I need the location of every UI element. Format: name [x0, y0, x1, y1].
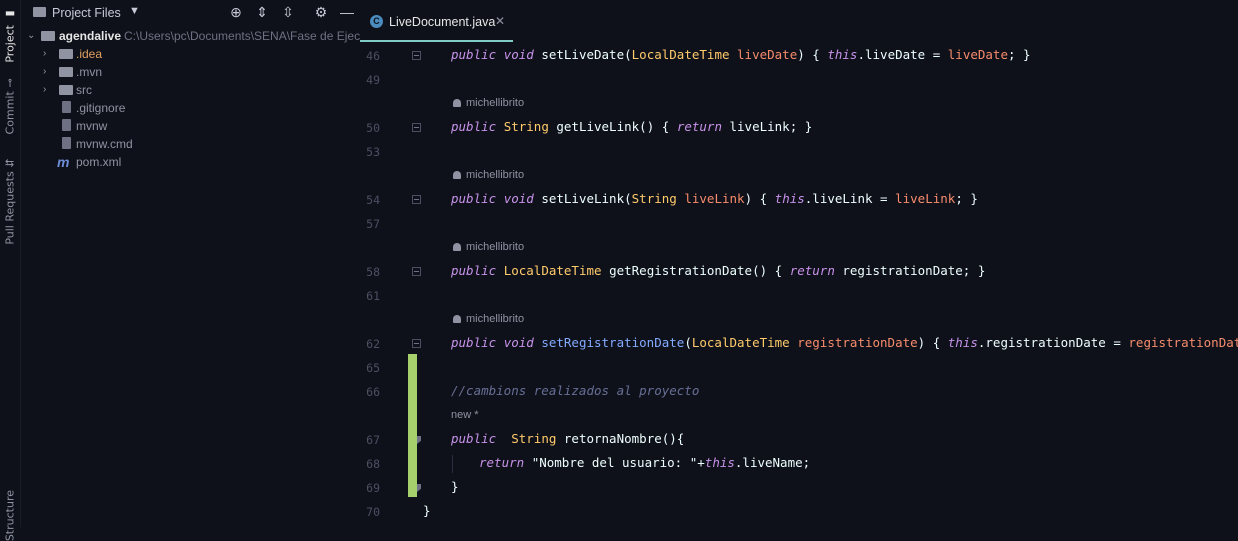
tab-livedocument-java[interactable]: C LiveDocument.java ✕ — [360, 8, 513, 42]
tree-item-label: mvnw — [76, 119, 108, 133]
tree-item-mvn[interactable]: › .mvn — [21, 63, 360, 81]
tree-item-label: src — [76, 83, 92, 97]
commit-tool-tab[interactable]: Commit ⊸ — [2, 78, 18, 134]
maven-icon: m — [57, 154, 70, 170]
new-code-hint[interactable]: new * — [451, 409, 479, 421]
pull-request-icon: ⇵ — [3, 158, 17, 168]
folder-icon — [33, 7, 46, 17]
file-icon — [62, 101, 71, 113]
close-icon[interactable]: ✕ — [495, 14, 505, 28]
java-class-icon: C — [370, 15, 383, 28]
tree-item-mvnw[interactable]: mvnw — [21, 117, 360, 135]
tree-item-label: .idea — [76, 47, 103, 61]
tree-item-label: .mvn — [76, 65, 103, 79]
author-hint[interactable]: michellibrito — [453, 169, 524, 181]
chevron-right-icon[interactable]: › — [43, 81, 46, 99]
user-icon — [453, 171, 461, 179]
project-panel: Project Files ▼ ⊕ ⇕ ⇳ ⚙ — ⌄ agendalive C… — [21, 0, 360, 527]
pull-requests-tool-tab[interactable]: Pull Requests ⇵ — [2, 158, 18, 245]
folder-icon — [59, 49, 73, 59]
line-number: 67 — [366, 433, 380, 447]
code-line-67: public String retornaNombre(){ — [451, 431, 685, 446]
code-line-68: return "Nombre del usuario: "+this.liveN… — [479, 455, 811, 470]
tab-label: LiveDocument.java — [389, 15, 496, 29]
tree-item-gitignore[interactable]: .gitignore — [21, 99, 360, 117]
chevron-right-icon[interactable]: › — [43, 45, 46, 63]
code-line-46: public void setLiveDate(LocalDateTime li… — [451, 47, 1031, 62]
fold-marker[interactable] — [412, 195, 421, 204]
user-icon — [453, 315, 461, 323]
chevron-right-icon[interactable]: › — [43, 63, 46, 81]
line-number: 53 — [366, 145, 380, 159]
structure-tab-label: Structure — [3, 490, 17, 541]
tree-item-label: .gitignore — [76, 101, 126, 115]
tree-item-idea[interactable]: › .idea — [21, 45, 360, 63]
user-icon — [453, 99, 461, 107]
project-tool-tab[interactable]: Project ▬ — [2, 8, 18, 63]
author-hint[interactable]: michellibrito — [453, 313, 524, 325]
line-number: 57 — [366, 217, 380, 231]
line-number: 50 — [366, 121, 380, 135]
root-name: agendalive — [59, 29, 122, 43]
folder-icon — [59, 67, 73, 77]
author-hint[interactable]: michellibrito — [453, 241, 524, 253]
user-icon — [453, 243, 461, 251]
expand-all-icon[interactable]: ⇕ — [253, 3, 271, 21]
fold-marker[interactable] — [412, 267, 421, 276]
line-number: 69 — [366, 481, 380, 495]
line-number: 68 — [366, 457, 380, 471]
line-number: 58 — [366, 265, 380, 279]
locate-icon[interactable]: ⊕ — [227, 3, 245, 21]
tree-item-label: pom.xml — [76, 155, 122, 169]
line-number: 70 — [366, 505, 380, 519]
root-path: C:\Users\pc\Documents\SENA\Fase de Ejecu… — [124, 29, 360, 43]
code-line-69: } — [451, 479, 459, 494]
file-icon — [62, 137, 71, 149]
author-hint[interactable]: michellibrito — [453, 97, 524, 109]
module-folder-icon — [41, 31, 55, 41]
line-number: 65 — [366, 361, 380, 375]
line-number: 46 — [366, 49, 380, 63]
editor-tab-bar: C LiveDocument.java ✕ — [360, 0, 1238, 42]
chevron-down-icon[interactable]: ▼ — [129, 5, 140, 17]
file-icon — [62, 119, 71, 131]
gear-icon[interactable]: ⚙ — [312, 3, 330, 21]
chevron-down-icon[interactable]: ⌄ — [27, 27, 35, 45]
folder-icon — [59, 85, 73, 95]
tool-window-strip: Project ▬ Commit ⊸ Pull Requests ⇵ Struc… — [0, 0, 21, 541]
hide-icon[interactable]: — — [338, 3, 356, 21]
tree-root-agendalive[interactable]: ⌄ agendalive C:\Users\pc\Documents\SENA\… — [21, 27, 360, 45]
collapse-all-icon[interactable]: ⇳ — [279, 3, 297, 21]
fold-marker[interactable] — [412, 123, 421, 132]
fold-marker[interactable] — [412, 339, 421, 348]
project-tab-label: Project — [3, 25, 17, 63]
line-number: 61 — [366, 289, 380, 303]
code-line-70: } — [423, 503, 431, 518]
tree-item-mvnw-cmd[interactable]: mvnw.cmd — [21, 135, 360, 153]
project-view-title[interactable]: Project Files — [52, 6, 121, 20]
indent-guide — [452, 455, 453, 473]
tree-item-label: mvnw.cmd — [76, 137, 133, 151]
line-number: 62 — [366, 337, 380, 351]
line-number: 66 — [366, 385, 380, 399]
code-line-66: //cambions realizados al proyecto — [451, 383, 700, 398]
structure-tool-tab[interactable]: Structure — [2, 490, 18, 541]
project-panel-header: Project Files ▼ ⊕ ⇕ ⇳ ⚙ — — [21, 0, 360, 26]
vcs-change-marker[interactable] — [408, 354, 417, 497]
line-number: 49 — [366, 73, 380, 87]
tree-item-pom-xml[interactable]: m pom.xml — [21, 153, 360, 171]
folder-icon: ▬ — [3, 8, 17, 21]
tree-item-src[interactable]: › src — [21, 81, 360, 99]
line-number: 54 — [366, 193, 380, 207]
code-line-62: public void setRegistrationDate(LocalDat… — [451, 335, 1238, 350]
code-line-54: public void setLiveLink(String liveLink)… — [451, 191, 978, 206]
pull-requests-tab-label: Pull Requests — [3, 171, 17, 245]
commit-tab-label: Commit — [3, 91, 17, 135]
code-line-58: public LocalDateTime getRegistrationDate… — [451, 263, 986, 278]
fold-marker[interactable] — [412, 51, 421, 60]
commit-icon: ⊸ — [3, 78, 17, 88]
code-line-50: public String getLiveLink() { return liv… — [451, 119, 813, 134]
